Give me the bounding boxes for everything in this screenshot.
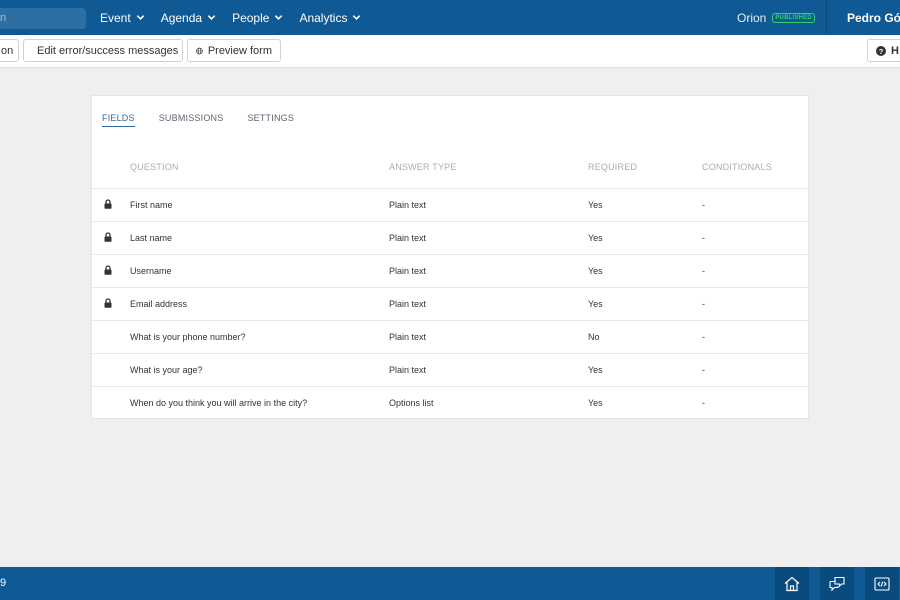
nav-analytics-label: Analytics [299,10,348,25]
table-row[interactable]: First name Plain text Yes - [92,188,810,221]
question-text: First name [130,200,173,210]
search-input[interactable]: n [0,8,86,29]
home-icon [784,576,800,591]
status-badge: PUBLISHED [772,13,815,23]
edit-messages-label: Edit error/success messages [37,44,179,57]
conditionals-text: - [702,365,705,375]
event-name: Orion [737,11,767,25]
answer-type-text: Plain text [389,233,427,243]
answer-type-text: Plain text [389,332,427,342]
answer-type-text: Plain text [389,200,427,210]
form-toolbar: on Edit error/success messages Preview f… [0,35,900,68]
question-text: Username [130,266,172,276]
chevron-down-icon [136,15,144,20]
table-row[interactable]: When do you think you will arrive in the… [92,386,810,419]
toolbar-partial-button[interactable]: on [0,39,19,62]
question-text: What is your phone number? [130,332,246,342]
top-navbar: n Event Agenda People Analytics Orion PU… [0,0,900,35]
svg-text:?: ? [879,47,884,56]
question-text: What is your age? [130,365,203,375]
chevron-down-icon [207,15,216,20]
required-text: Yes [588,233,603,243]
user-menu[interactable]: Pedro Góes [847,11,900,25]
required-text: Yes [588,398,603,408]
chat-button[interactable] [820,567,854,600]
question-text: When do you think you will arrive in the… [130,398,308,408]
preview-form-button[interactable]: Preview form [187,39,281,62]
required-text: Yes [588,266,603,276]
footer-text: 9 [0,577,7,589]
tab-fields[interactable]: FIELDS [102,113,135,127]
main-nav: Event Agenda People Analytics [100,0,377,35]
edit-messages-button[interactable]: Edit error/success messages [23,39,183,62]
nav-people[interactable]: People [232,11,283,25]
form-tabs: FIELDS SUBMISSIONS SETTINGS [102,113,318,127]
home-button[interactable] [775,567,809,600]
conditionals-text: - [702,200,705,210]
lock-icon [104,265,112,275]
required-text: Yes [588,299,603,309]
chat-icon [829,576,845,591]
table-header: QUESTION ANSWER TYPE REQUIRED CONDITIONA… [92,162,810,188]
column-required: REQUIRED [588,162,638,172]
answer-type-text: Plain text [389,266,427,276]
nav-event-label: Event [100,10,131,25]
chevron-down-icon [353,15,361,20]
column-answer-type: ANSWER TYPE [389,162,457,172]
table-row[interactable]: What is your age? Plain text Yes - [92,353,810,386]
table-row[interactable]: Email address Plain text Yes - [92,287,810,320]
help-button[interactable]: ? H [867,39,900,62]
fields-table: First name Plain text Yes - Last name Pl… [92,188,810,419]
event-selector[interactable]: Orion PUBLISHED [737,11,815,25]
conditionals-text: - [702,398,705,408]
nav-people-label: People [232,10,270,25]
nav-agenda-label: Agenda [160,10,203,25]
column-conditionals: CONDITIONALS [702,162,772,172]
table-row[interactable]: What is your phone number? Plain text No… [92,320,810,353]
nav-analytics[interactable]: Analytics [299,11,361,25]
question-text: Last name [130,233,173,243]
form-fields-card: FIELDS SUBMISSIONS SETTINGS QUESTION ANS… [91,95,810,419]
required-text: Yes [588,200,603,210]
question-text: Email address [130,299,188,309]
nav-event[interactable]: Event [100,11,145,25]
lock-icon [104,232,112,242]
tab-submissions[interactable]: SUBMISSIONS [159,113,224,127]
footer-bar: 9 [0,567,900,600]
answer-type-text: Options list [389,398,434,408]
conditionals-text: - [702,332,705,342]
required-text: No [588,332,600,342]
conditionals-text: - [702,299,705,309]
toolbar-partial-label: on [1,44,14,57]
answer-type-text: Plain text [389,365,427,375]
nav-agenda[interactable]: Agenda [161,11,216,25]
answer-type-text: Plain text [389,299,427,309]
lock-icon [104,199,112,209]
lock-icon [104,298,112,308]
help-label: H [891,44,899,57]
column-question: QUESTION [130,162,179,172]
conditionals-text: - [702,233,705,243]
globe-icon [196,47,203,54]
code-button[interactable] [865,567,899,600]
chevron-down-icon [275,15,283,20]
tab-settings[interactable]: SETTINGS [247,113,294,127]
table-row[interactable]: Username Plain text Yes - [92,254,810,287]
preview-form-label: Preview form [207,44,272,57]
header-divider [826,0,827,35]
table-row[interactable]: Last name Plain text Yes - [92,221,810,254]
code-icon [874,576,890,591]
question-circle-icon: ? [876,45,886,56]
conditionals-text: - [702,266,705,276]
required-text: Yes [588,365,603,375]
